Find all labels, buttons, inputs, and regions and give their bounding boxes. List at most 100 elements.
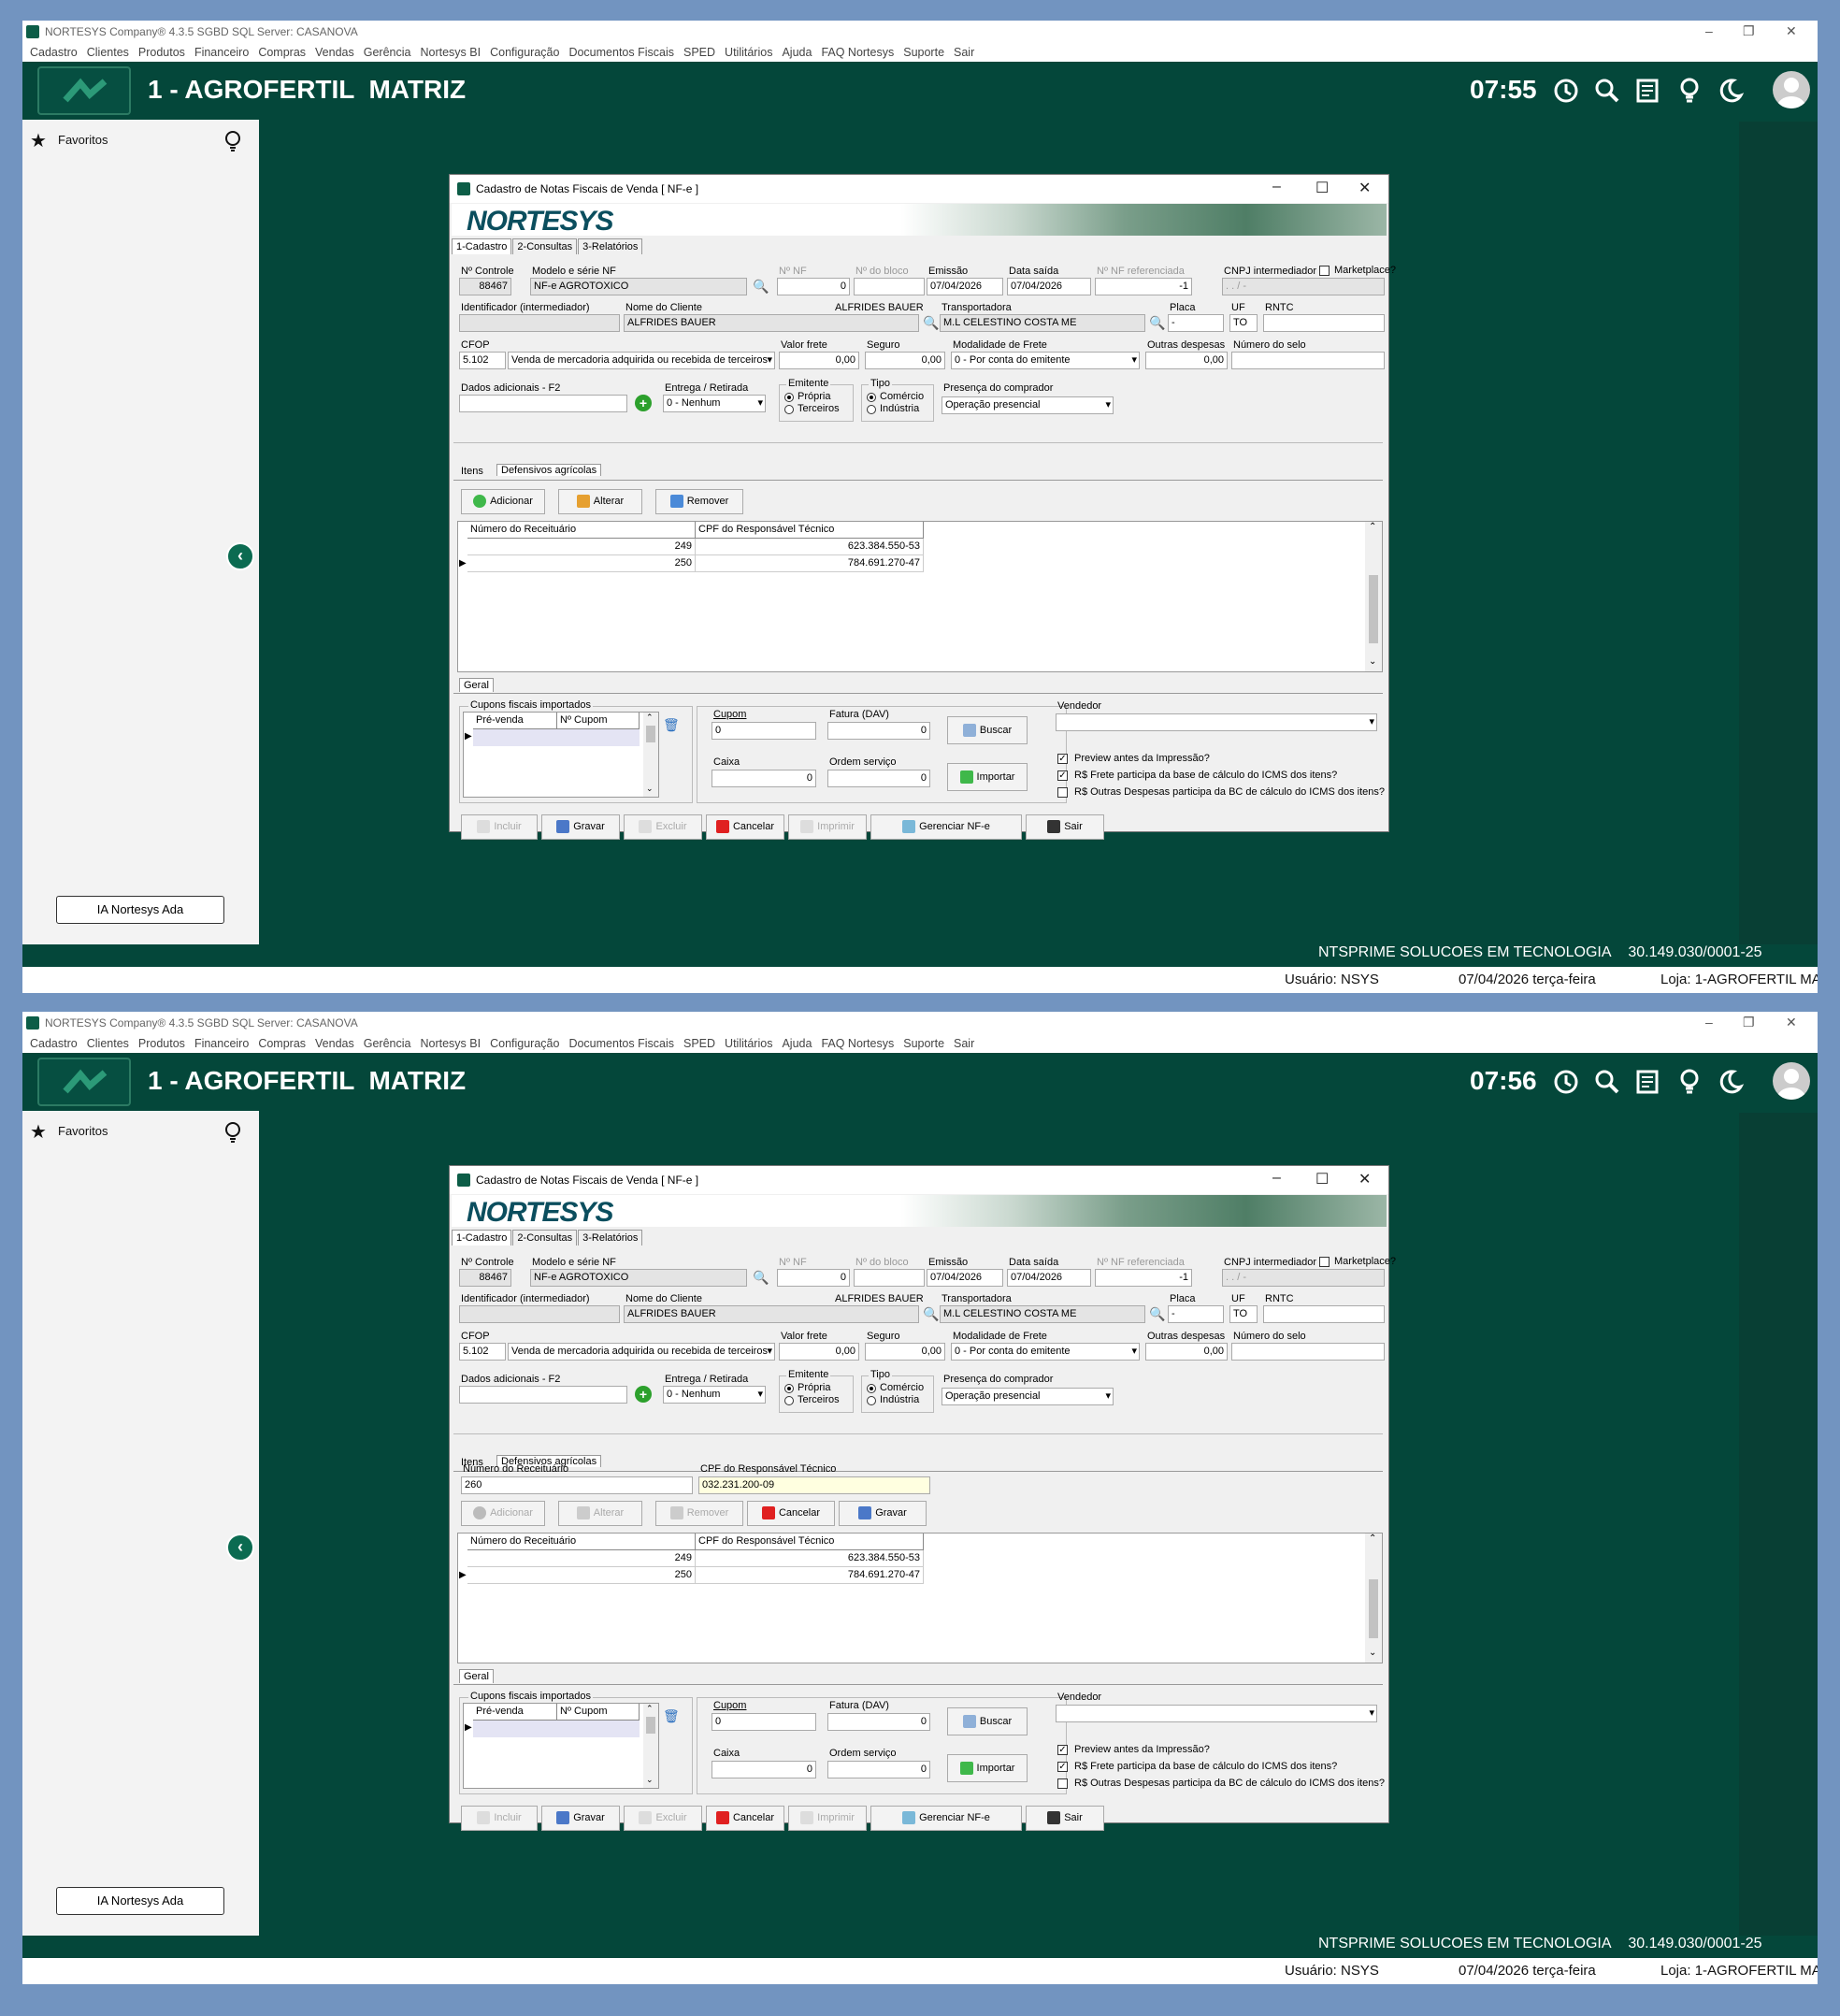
ordem-field[interactable]: 0 — [827, 1761, 930, 1778]
fatura-field[interactable]: 0 — [827, 722, 930, 740]
fatura-field[interactable]: 0 — [827, 1713, 930, 1731]
tip-bulb-icon[interactable] — [223, 129, 243, 153]
add-dados-icon[interactable]: + — [635, 1386, 652, 1403]
subtab-defensivos[interactable]: Defensivos agrícolas — [496, 464, 602, 476]
uf-field[interactable]: TO — [1229, 1305, 1258, 1323]
cupons-grid[interactable]: Pré-venda Nº Cupom ▶ ⌃ ⌄ — [463, 1703, 659, 1789]
marketplace-checkbox[interactable] — [1319, 266, 1330, 276]
cupons-trash-icon[interactable]: 🗑 — [663, 717, 680, 733]
vendedor-select[interactable] — [1056, 713, 1377, 731]
saida-field[interactable]: 07/04/2026 — [1007, 278, 1091, 295]
gravar-button[interactable]: Gravar — [541, 1806, 620, 1831]
frete-icms-checkbox[interactable]: ✓ — [1057, 1762, 1068, 1772]
close-icon[interactable]: ✕ — [1786, 1015, 1797, 1030]
menu-compras[interactable]: Compras — [258, 46, 306, 59]
outras-field[interactable]: 0,00 — [1145, 352, 1228, 369]
user-avatar[interactable] — [1773, 71, 1810, 108]
cliente-field[interactable]: ALFRIDES BAUER — [624, 314, 919, 332]
lightbulb-icon[interactable] — [1674, 1066, 1705, 1098]
industria-radio[interactable] — [867, 1396, 876, 1405]
dialog-maximize-icon[interactable]: ☐ — [1315, 179, 1329, 197]
cupom-header[interactable]: Nº Cupom — [557, 1704, 640, 1721]
menu-configuracao[interactable]: Configuração — [490, 46, 559, 59]
uf-field[interactable]: TO — [1229, 314, 1258, 332]
transportadora-search-icon[interactable]: 🔍 — [1149, 315, 1165, 331]
seguro-field[interactable]: 0,00 — [865, 352, 945, 369]
menu-ajuda[interactable]: Ajuda — [782, 46, 812, 59]
lightbulb-icon[interactable] — [1674, 75, 1705, 107]
incluir-button[interactable]: Incluir — [461, 814, 538, 840]
cfop-select[interactable]: Venda de mercadoria adquirida ou recebid… — [508, 1343, 775, 1361]
comercio-radio[interactable] — [867, 1384, 876, 1393]
remover-button[interactable]: Remover — [655, 1501, 743, 1526]
row2-receituario[interactable]: 250 — [467, 1567, 696, 1584]
cupons-empty-row[interactable] — [473, 729, 640, 746]
row1-cpf[interactable]: 623.384.550-53 — [696, 1550, 924, 1567]
presenca-select[interactable]: Operação presencial — [942, 396, 1114, 414]
add-dados-icon[interactable]: + — [635, 395, 652, 411]
imprimir-button[interactable]: Imprimir — [788, 1806, 867, 1831]
emissao-field[interactable]: 07/04/2026 — [927, 278, 1003, 295]
menu-ajuda[interactable]: Ajuda — [782, 1037, 812, 1050]
receituario-header[interactable]: Número do Receituário — [467, 1534, 696, 1550]
modelo-search-icon[interactable]: 🔍 — [753, 1270, 769, 1286]
menu-configuracao[interactable]: Configuração — [490, 1037, 559, 1050]
tab-relatorios[interactable]: 3-Relatórios — [578, 238, 643, 254]
history-icon[interactable] — [1550, 1066, 1582, 1098]
dialog-maximize-icon[interactable]: ☐ — [1315, 1170, 1329, 1188]
cliente-search-icon[interactable]: 🔍 — [923, 1306, 939, 1322]
incluir-button[interactable]: Incluir — [461, 1806, 538, 1831]
dialog-close-icon[interactable]: ✕ — [1358, 1170, 1371, 1188]
caixa-field[interactable]: 0 — [712, 770, 816, 787]
alterar-button[interactable]: Alterar — [558, 1501, 642, 1526]
cfop-select[interactable]: Venda de mercadoria adquirida ou recebid… — [508, 352, 775, 369]
importar-button[interactable]: Importar — [947, 763, 1028, 791]
item-gravar-button[interactable]: Gravar — [839, 1501, 927, 1526]
placa-field[interactable]: - — [1168, 1305, 1224, 1323]
tab-consultas[interactable]: 2-Consultas — [512, 1230, 578, 1246]
cupons-trash-icon[interactable]: 🗑 — [663, 1708, 680, 1724]
modelo-field[interactable]: NF-e AGROTOXICO — [530, 278, 747, 295]
menu-vendas[interactable]: Vendas — [315, 46, 354, 59]
transportadora-search-icon[interactable]: 🔍 — [1149, 1306, 1165, 1322]
cupom-field[interactable]: 0 — [712, 722, 816, 740]
menu-financeiro[interactable]: Financeiro — [194, 1037, 249, 1050]
menu-sped[interactable]: SPED — [683, 1037, 715, 1050]
subtab-itens[interactable]: Itens — [461, 466, 483, 477]
collapse-sidebar-icon[interactable]: ‹ — [226, 1534, 254, 1562]
menu-vendas[interactable]: Vendas — [315, 1037, 354, 1050]
row1-receituario[interactable]: 249 — [467, 539, 696, 555]
identificador-field[interactable] — [459, 314, 620, 332]
cpf-header[interactable]: CPF do Responsável Técnico — [696, 1534, 924, 1550]
menu-gerencia[interactable]: Gerência — [364, 1037, 411, 1050]
gravar-button[interactable]: Gravar — [541, 814, 620, 840]
dialog-minimize-icon[interactable]: – — [1272, 1170, 1281, 1187]
adicionar-button[interactable]: Adicionar — [461, 489, 545, 514]
imprimir-button[interactable]: Imprimir — [788, 814, 867, 840]
search-icon[interactable] — [1591, 1066, 1623, 1098]
grid-scrollbar[interactable]: ⌃ ⌄ — [1365, 522, 1382, 671]
menu-documentos-fiscais[interactable]: Documentos Fiscais — [568, 1037, 674, 1050]
outras-field[interactable]: 0,00 — [1145, 1343, 1228, 1361]
dados-field[interactable] — [459, 1386, 627, 1404]
transportadora-field[interactable]: M.L CELESTINO COSTA ME — [940, 314, 1145, 332]
cliente-search-icon[interactable]: 🔍 — [923, 315, 939, 331]
comercio-radio[interactable] — [867, 393, 876, 402]
menu-clientes[interactable]: Clientes — [87, 46, 129, 59]
vendedor-select[interactable] — [1056, 1705, 1377, 1722]
bloco-field[interactable] — [854, 278, 925, 295]
caixa-field[interactable]: 0 — [712, 1761, 816, 1778]
ia-nortesys-button[interactable]: IA Nortesys Ada — [56, 1887, 224, 1915]
propria-radio[interactable] — [784, 393, 794, 402]
notes-icon[interactable] — [1632, 75, 1664, 107]
propria-radio[interactable] — [784, 1384, 794, 1393]
cancelar-button[interactable]: Cancelar — [706, 814, 784, 840]
sair-button[interactable]: Sair — [1026, 814, 1104, 840]
user-avatar[interactable] — [1773, 1062, 1810, 1100]
favorites-label[interactable]: Favoritos — [58, 133, 108, 147]
collapse-sidebar-icon[interactable]: ‹ — [226, 542, 254, 570]
seguro-field[interactable]: 0,00 — [865, 1343, 945, 1361]
tab-cadastro[interactable]: 1-Cadastro — [452, 1230, 512, 1246]
cupons-scrollbar[interactable]: ⌃ ⌄ — [643, 1704, 658, 1788]
prevenda-header[interactable]: Pré-venda — [473, 1704, 557, 1721]
